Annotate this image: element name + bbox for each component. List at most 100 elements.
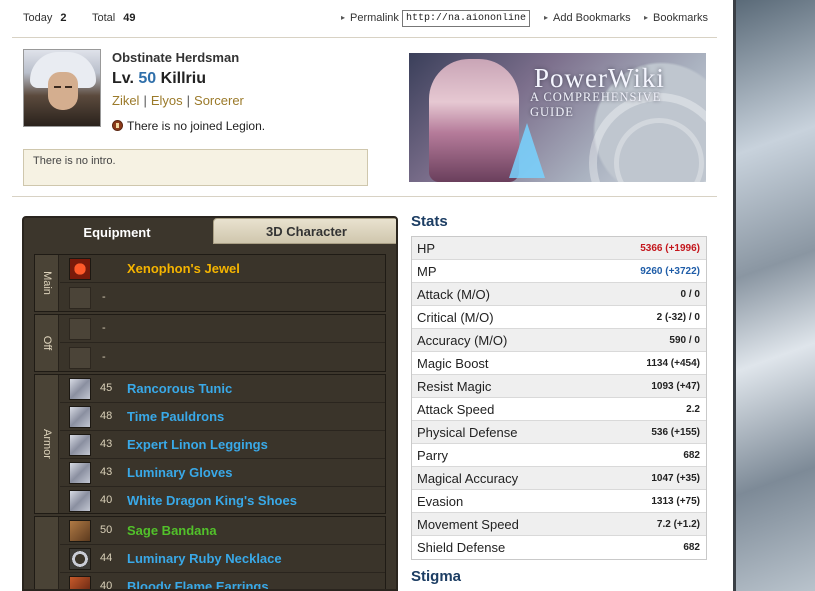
stats-table: HP 5366 (+1996) MP 9260 (+3722) Attack (M/O)…: [411, 236, 707, 560]
banner-character-figure: [429, 59, 519, 182]
character-name: Killriu: [160, 70, 206, 87]
leggings-icon[interactable]: [69, 434, 91, 456]
item-name[interactable]: White Dragon King's Shoes: [127, 493, 297, 508]
group-label-main: Main: [35, 255, 59, 311]
legion-text: There is no joined Legion.: [127, 119, 266, 133]
group-label-off: Off: [35, 315, 59, 371]
jewel-icon[interactable]: [69, 258, 91, 280]
stat-row: Movement Speed 7.2 (+1.2): [412, 513, 706, 536]
stat-row: HP 5366 (+1996): [412, 237, 706, 260]
top-bar: Today 2 Total 49 Permalink Add Bookmarks B…: [0, 0, 733, 36]
item-level: 50: [100, 524, 113, 536]
group-label-accessory: A: [35, 517, 59, 589]
stats-heading: Stats: [411, 213, 448, 230]
item-name[interactable]: Sage Bandana: [127, 523, 217, 538]
permalink-input[interactable]: [402, 10, 530, 27]
stat-row: Critical (M/O) 2 (-32) / 0: [412, 306, 706, 329]
stat-row: Resist Magic 1093 (+47): [412, 375, 706, 398]
stat-label: Evasion: [417, 494, 464, 509]
stat-row: Magic Boost 1134 (+454): [412, 352, 706, 375]
equipment-row[interactable]: 45 Rancorous Tunic: [60, 375, 385, 403]
character-title: Obstinate Herdsman: [112, 50, 240, 65]
item-name[interactable]: Luminary Gloves: [127, 465, 232, 480]
necklace-icon[interactable]: [69, 548, 91, 570]
empty-slot-icon: [69, 318, 91, 340]
equipment-row[interactable]: -: [60, 315, 385, 343]
item-level: 43: [100, 438, 113, 450]
item-name[interactable]: Bloody Flame Earrings: [127, 579, 269, 589]
stat-value: 0 / 0: [680, 289, 700, 300]
equipment-row[interactable]: 40 White Dragon King's Shoes: [60, 487, 385, 515]
stat-value: 7.2 (+1.2): [656, 519, 700, 530]
equipment-row[interactable]: -: [60, 344, 385, 372]
total-value: 49: [123, 12, 136, 24]
equipment-row[interactable]: 43 Luminary Gloves: [60, 459, 385, 487]
accessory-group: A 50 Sage Bandana 44 Luminary Ruby Neckl…: [34, 516, 386, 589]
armor-group: Armor 45 Rancorous Tunic 48 Time Pauldro…: [34, 374, 386, 514]
off-hand-group: Off - -: [34, 314, 386, 372]
main-weapon-group: Main Xenophon's Jewel -: [34, 254, 386, 312]
stat-label: Accuracy (M/O): [417, 333, 508, 348]
equipment-row[interactable]: 43 Expert Linon Leggings: [60, 431, 385, 459]
equipment-panel: Equipment 3D Character Main Xenophon's J…: [22, 216, 398, 591]
tab-equipment[interactable]: Equipment: [24, 218, 210, 248]
earrings-icon[interactable]: [69, 576, 91, 589]
character-info-line: Zikel | Elyos | Sorcerer: [112, 93, 244, 108]
character-level-line: Lv. 50 Killriu: [112, 70, 206, 88]
item-name[interactable]: Luminary Ruby Necklace: [127, 551, 282, 566]
legion-icon: [112, 120, 123, 131]
equipment-row[interactable]: -: [60, 284, 385, 312]
stat-label: Parry: [417, 448, 449, 463]
shoes-icon[interactable]: [69, 490, 91, 512]
race-link[interactable]: Elyos: [151, 93, 183, 108]
today-counter: Today 2: [23, 12, 66, 24]
pauldrons-icon[interactable]: [69, 406, 91, 428]
equipment-row[interactable]: 48 Time Pauldrons: [60, 403, 385, 431]
avatar-face: [48, 72, 78, 110]
stat-label: HP: [417, 241, 436, 256]
stat-value: 536 (+155): [651, 427, 700, 438]
equipment-row[interactable]: 44 Luminary Ruby Necklace: [60, 545, 385, 573]
empty-slot-icon: [69, 347, 91, 369]
avatar-eye-right: [65, 86, 72, 88]
stat-label: Magic Boost: [417, 356, 489, 371]
add-bookmarks-link[interactable]: Add Bookmarks: [544, 12, 631, 24]
server-link[interactable]: Zikel: [112, 93, 139, 108]
item-name[interactable]: Xenophon's Jewel: [127, 261, 240, 276]
stat-row: Parry 682: [412, 444, 706, 467]
gloves-icon[interactable]: [69, 462, 91, 484]
stat-label: MP: [417, 264, 437, 279]
powerwiki-banner[interactable]: PowerWiki A COMPREHENSIVE GUIDE: [409, 53, 706, 182]
equipment-row[interactable]: 40 Bloody Flame Earrings: [60, 573, 385, 589]
stigma-heading: Stigma: [411, 568, 462, 585]
total-counter: Total 49: [92, 12, 136, 24]
item-name[interactable]: Time Pauldrons: [127, 409, 224, 424]
stat-value: 682: [683, 542, 700, 553]
item-level: 43: [100, 466, 113, 478]
equipment-row[interactable]: 50 Sage Bandana: [60, 517, 385, 545]
item-name[interactable]: Expert Linon Leggings: [127, 437, 268, 452]
equipment-row[interactable]: Xenophon's Jewel: [60, 255, 385, 283]
item-name[interactable]: Rancorous Tunic: [127, 381, 232, 396]
stat-row: Evasion 1313 (+75): [412, 490, 706, 513]
stat-value: 2 (-32) / 0: [656, 312, 700, 323]
stat-value: 590 / 0: [669, 335, 700, 346]
stat-row: Magical Accuracy 1047 (+35): [412, 467, 706, 490]
item-level: -: [102, 351, 106, 363]
group-label-armor: Armor: [35, 375, 59, 513]
bandana-icon[interactable]: [69, 520, 91, 542]
stat-row: Accuracy (M/O) 590 / 0: [412, 329, 706, 352]
stat-label: Attack Speed: [417, 402, 495, 417]
stat-row: Attack Speed 2.2: [412, 398, 706, 421]
tunic-icon[interactable]: [69, 378, 91, 400]
bookmarks-link[interactable]: Bookmarks: [644, 12, 708, 24]
stat-value: 682: [683, 450, 700, 461]
level-value: 50: [138, 70, 157, 87]
class-link[interactable]: Sorcerer: [194, 93, 244, 108]
permalink-link[interactable]: Permalink: [341, 12, 399, 24]
page: Today 2 Total 49 Permalink Add Bookmarks B…: [0, 0, 733, 591]
tab-3d-character[interactable]: 3D Character: [213, 218, 396, 244]
stat-row: Shield Defense 682: [412, 536, 706, 559]
stat-label: Shield Defense: [417, 540, 506, 555]
stat-row: Attack (M/O) 0 / 0: [412, 283, 706, 306]
